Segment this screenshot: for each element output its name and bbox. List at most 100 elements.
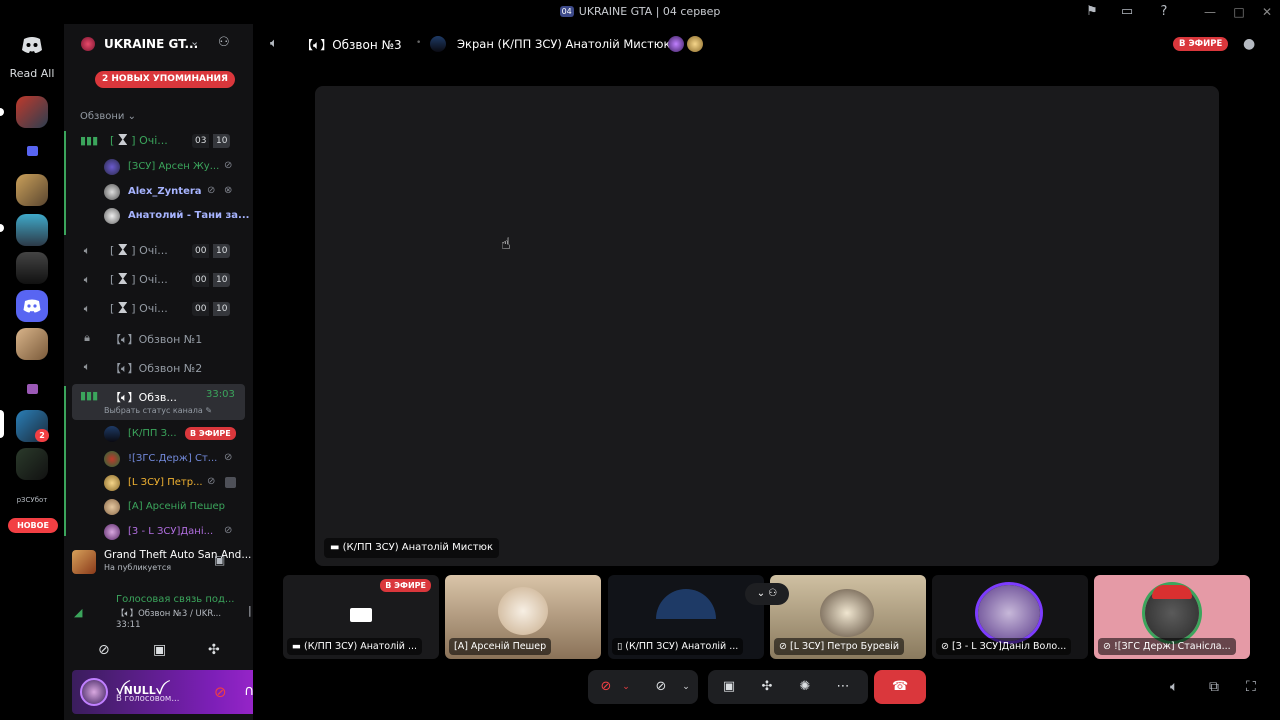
soundboard-icon[interactable]: ✺ xyxy=(797,679,813,695)
participant-tile[interactable]: В ЭФИРЕ ▬ (К/ПП ЗСУ) Анатолій ... xyxy=(283,575,439,659)
participant-tile[interactable]: ⊘ [L ЗСУ] Петро Буревій xyxy=(770,575,926,659)
read-all-button[interactable]: Read All xyxy=(0,67,64,80)
mic-muted-icon: ⊘ xyxy=(1103,641,1111,652)
server-flower-icon xyxy=(81,37,95,51)
server-icon-4[interactable] xyxy=(16,252,48,284)
channel-label: Обзвон №1 xyxy=(138,333,203,346)
mic-muted-icon[interactable]: ⊘ xyxy=(214,683,227,701)
stage-label: ▬ (К/ПП ЗСУ) Анатолій Мистюк xyxy=(324,538,500,558)
channel-name: [] Очі... xyxy=(110,302,168,315)
voice-member[interactable]: Alex_Zyntera ⊘ ⊗ xyxy=(64,181,253,203)
voice-member[interactable]: [A] Арсеній Пешер xyxy=(64,496,253,518)
voice-member[interactable]: [ЗСУ] Арсен Жу... ⊘ xyxy=(64,156,253,178)
chat-bubble-icon[interactable]: ● xyxy=(1243,36,1255,52)
user-limit: 10 xyxy=(213,134,231,148)
new-mentions-pill[interactable]: 2 НОВЫХ УПОМИНАНИЯ xyxy=(95,71,235,88)
disconnect-button[interactable]: ☎ xyxy=(874,670,926,704)
category-header[interactable]: Обзвони ⌄ xyxy=(80,111,136,122)
stream-game-icon[interactable]: ▣ xyxy=(214,553,225,567)
mic-muted-icon[interactable]: ⊘ xyxy=(598,679,614,695)
participant-tile[interactable]: ▯ (К/ПП ЗСУ) Анатолій ... xyxy=(608,575,764,659)
member-name: ![ЗГС.Держ] Ст... xyxy=(128,453,218,464)
participant-tile[interactable]: ⊘ [З - L ЗСУ]Даніл Воло... xyxy=(932,575,1088,659)
avatar xyxy=(104,451,120,467)
discord-server-icon[interactable] xyxy=(16,290,48,322)
tile-label: ⊘ [З - L ЗСУ]Даніл Воло... xyxy=(936,638,1072,655)
voice-main-area: 🔈︎ 【🔈︎】Обзвон №3 • Экран (К/ПП ЗСУ) Анат… xyxy=(253,24,1280,720)
voice-member[interactable]: [L ЗСУ] Петр... ⊘ xyxy=(64,472,253,494)
hourglass-icon xyxy=(118,134,128,145)
server-header[interactable]: UKRAINE GT... ⌄ ⚇ xyxy=(64,24,253,64)
voice-channel-obzvon-1[interactable]: 🔒︎ 【🔈︎】Обзвон №1 xyxy=(72,326,245,350)
voice-channel-obzvon-3[interactable]: ▮▮▮ 【🔈︎】Обзв... 33:03 Выбрать статус кан… xyxy=(72,384,245,420)
mic-muted-icon: ⊘ xyxy=(779,641,787,652)
hang-up-icon: ☎ xyxy=(892,679,909,694)
voice-channel-3[interactable]: 🔈︎ [] Очі... 00 10 xyxy=(72,268,245,292)
speaker-icon: 🔈︎ xyxy=(83,360,91,373)
voice-channel-2[interactable]: 🔈︎ [] Очі... 00 10 xyxy=(72,239,245,263)
flag-icon[interactable]: ⚑ xyxy=(1084,4,1100,20)
voice-channel-4[interactable]: 🔈︎ [] Очі... 00 10 xyxy=(72,297,245,321)
close-button[interactable]: ✕ xyxy=(1258,3,1276,21)
new-badge[interactable]: НОВОЕ xyxy=(8,518,58,533)
channel-status[interactable]: Выбрать статус канала ✎ xyxy=(104,406,212,415)
discord-home-icon[interactable] xyxy=(16,29,48,61)
mic-muted-icon: ⊘ xyxy=(224,525,233,536)
camera-off-icon[interactable]: ⊘ xyxy=(653,679,669,695)
inbox-icon[interactable]: ▭ xyxy=(1119,4,1135,20)
voice-channel-obzvon-2[interactable]: 🔈︎ 【🔈︎】Обзвон №2 xyxy=(72,355,245,379)
volume-icon[interactable]: 🔈︎ xyxy=(1170,679,1178,695)
voice-channel-1[interactable]: ▮▮▮ [] Очі... 03 10 xyxy=(72,129,245,153)
help-icon[interactable]: ? xyxy=(1156,4,1172,20)
activities-icon[interactable]: ✣ xyxy=(208,642,220,658)
server-icon-5[interactable] xyxy=(16,328,48,360)
avatar[interactable] xyxy=(80,678,108,706)
member-name: [A] Арсеній Пешер xyxy=(128,501,225,512)
separator-dot: • xyxy=(416,38,422,48)
participant-tile[interactable]: ⊘ ![ЗГС Держ] Станісла... xyxy=(1094,575,1250,659)
server-icon-1[interactable] xyxy=(16,96,48,128)
avatar xyxy=(978,585,1040,641)
fullscreen-icon[interactable]: ⛶ xyxy=(1246,679,1256,695)
activity-row[interactable]: Grand Theft Auto San And... На публикует… xyxy=(72,546,251,578)
folder-icon[interactable] xyxy=(16,374,48,406)
screen-share-icon[interactable]: ▣ xyxy=(153,642,166,658)
selected-server-pill xyxy=(0,410,4,438)
more-options-icon[interactable]: ⋯ xyxy=(835,679,851,695)
voice-member[interactable]: ![ЗГС.Держ] Ст... ⊘ xyxy=(64,448,253,470)
member-name: Анатолий - Тани за... xyxy=(128,210,250,221)
mention-badge: 2 xyxy=(35,429,49,442)
pencil-icon: ✎ xyxy=(205,406,213,415)
title-bar: 04 UKRAINE GTA | 04 сервер ⚑ ▭ ? — □ ✕ xyxy=(0,0,1280,24)
add-member-icon[interactable]: ⚇ xyxy=(218,35,230,50)
screen-share-stage[interactable]: ▬ (К/ПП ЗСУ) Анатолій Мистюк xyxy=(315,86,1219,566)
chevron-down-icon[interactable]: ⌄ xyxy=(618,679,634,695)
viewer-avatar xyxy=(687,36,703,52)
server-icon-2[interactable] xyxy=(16,174,48,206)
screen-share-icon[interactable]: ▣ xyxy=(721,679,737,695)
speaker-icon: 🔈︎ xyxy=(83,302,91,315)
chevron-down-icon[interactable]: ⌄ xyxy=(678,679,694,695)
participant-tile[interactable]: [A] Арсеній Пешер xyxy=(445,575,601,659)
user-count: 03 xyxy=(192,134,210,148)
server-icon-6[interactable] xyxy=(16,448,48,480)
channel-title-text: Обзвон №3 xyxy=(332,38,402,52)
popout-icon[interactable]: ⧉ xyxy=(1209,679,1219,695)
tile-label: ▬ (К/ПП ЗСУ) Анатолій ... xyxy=(287,638,423,655)
member-name: [L ЗСУ] Петр... xyxy=(128,477,203,488)
collapse-chevron-button[interactable]: ⌄ ⚇ xyxy=(745,583,789,605)
voice-member[interactable]: [3 - L ЗСУ]Дані... ⊘ xyxy=(64,521,253,543)
category-label: Обзвони xyxy=(80,111,125,122)
minimize-button[interactable]: — xyxy=(1201,3,1219,21)
maximize-button[interactable]: □ xyxy=(1230,3,1248,21)
voice-member[interactable]: Анатолий - Тани за... xyxy=(64,205,253,227)
channel-name: [] Очі... xyxy=(110,273,168,286)
camera-off-icon[interactable]: ⊘ xyxy=(98,642,110,658)
activities-icon[interactable]: ✣ xyxy=(759,679,775,695)
voice-member[interactable]: [К/ПП З... В ЭФИРЕ xyxy=(64,423,253,445)
folder-icon[interactable] xyxy=(16,136,48,168)
server-icon-3[interactable] xyxy=(16,214,48,246)
channel-name: 【🔈︎】Обзвон №2 xyxy=(110,362,203,375)
server-icon-text[interactable]: рЗСУбот xyxy=(0,496,64,504)
channel-status-text: Выбрать статус канала xyxy=(104,406,203,415)
